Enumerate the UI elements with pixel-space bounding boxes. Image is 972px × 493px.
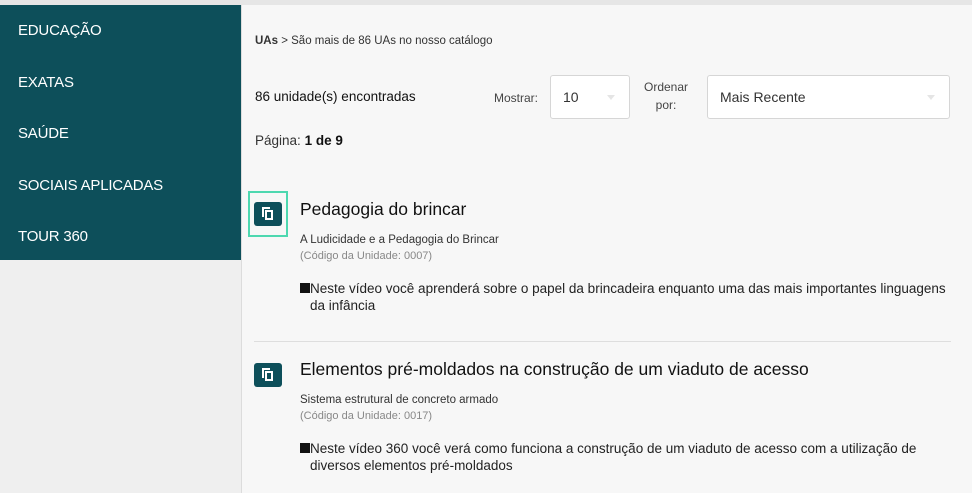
order-label-line-2: por: xyxy=(655,98,677,112)
bullet-icon xyxy=(300,283,310,293)
unit-code: (Código da Unidade: 0007) xyxy=(300,250,433,262)
bullet-icon xyxy=(300,443,310,453)
page-size-value: 10 xyxy=(563,89,579,105)
main-content: UAs > São mais de 86 UAs no nosso catálo… xyxy=(242,5,972,493)
sort-value: Mais Recente xyxy=(720,89,806,105)
unit-subtitle: Sistema estrutural de concreto armado xyxy=(300,394,499,406)
sidebar-item-saude[interactable]: SAÚDE xyxy=(0,120,241,172)
results-count: 86 unidade(s) encontradas xyxy=(255,89,416,104)
breadcrumb-text: São mais de 86 UAs no nosso catálogo xyxy=(291,35,493,47)
copy-icon xyxy=(262,207,274,221)
copy-button[interactable] xyxy=(254,363,282,387)
copy-button[interactable] xyxy=(254,202,282,226)
sidebar-item-educacao[interactable]: EDUCAÇÃO xyxy=(0,17,241,69)
sidebar-item-tour-360[interactable]: TOUR 360 xyxy=(0,223,241,275)
show-label: Mostrar: xyxy=(494,91,539,105)
unit-subtitle: A Ludicidade e a Pedagogia do Brincar xyxy=(300,234,499,246)
unit-description: Neste vídeo 360 você verá como funciona … xyxy=(310,441,917,473)
breadcrumb: UAs > São mais de 86 UAs no nosso catálo… xyxy=(255,35,493,47)
copy-icon xyxy=(262,368,274,382)
pagination-value: 1 de 9 xyxy=(304,133,343,148)
order-label-line-1: Ordenar xyxy=(643,80,689,94)
unit-title[interactable]: Elementos pré-moldados na construção de … xyxy=(300,359,809,380)
sidebar-item-sociais-aplicadas[interactable]: SOCIAIS APLICADAS xyxy=(0,172,241,224)
page-size-select[interactable]: 10 xyxy=(550,75,630,119)
unit-code: (Código da Unidade: 0017) xyxy=(300,410,433,422)
unit-title[interactable]: Pedagogia do brincar xyxy=(300,199,466,220)
category-nav: EDUCAÇÃO EXATAS SAÚDE SOCIAIS APLICADAS … xyxy=(0,5,241,260)
chevron-down-icon xyxy=(607,95,615,100)
pagination-info: Página: 1 de 9 xyxy=(255,133,343,148)
sidebar-item-exatas[interactable]: EXATAS xyxy=(0,69,241,121)
pagination-label: Página: xyxy=(255,133,301,148)
order-label: Ordenar por: xyxy=(641,78,691,114)
divider xyxy=(254,341,951,342)
breadcrumb-separator: > xyxy=(281,35,288,47)
copy-button-focus-ring xyxy=(248,191,288,237)
sort-select[interactable]: Mais Recente xyxy=(707,75,950,119)
breadcrumb-root[interactable]: UAs xyxy=(255,35,278,47)
sidebar: EDUCAÇÃO EXATAS SAÚDE SOCIAIS APLICADAS … xyxy=(0,5,242,493)
chevron-down-icon xyxy=(927,95,935,100)
unit-description: Neste vídeo você aprenderá sobre o papel… xyxy=(310,281,946,313)
copy-button-wrapper xyxy=(250,351,288,395)
